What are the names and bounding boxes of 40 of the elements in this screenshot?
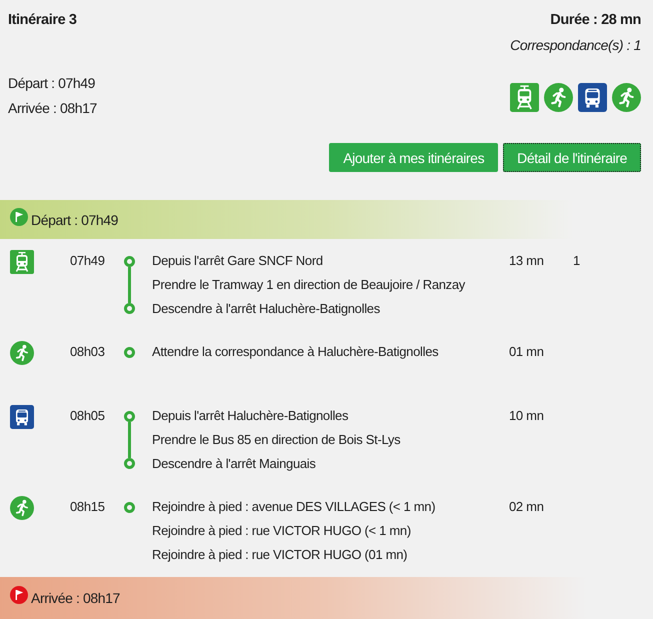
transfers-label: Correspondance(s) : 1 [510,37,641,53]
step-value: 1 [573,252,581,270]
step-time: 07h49 [70,252,106,270]
step-instruction: Descendre à l'arrêt Haluchère-Batignolles [152,300,381,318]
add-to-itineraries-button[interactable]: Ajouter à mes itinéraires [329,143,498,172]
arrival-time: Arrivée : 08h17 [8,99,97,118]
stop-marker-icon [124,347,134,358]
walking-person-icon [544,83,573,112]
step-instruction: Prendre le Tramway 1 en direction de Beaujoire / Ranzay [152,276,466,294]
step-duration: 13 mn [509,252,545,270]
step-instruction: Depuis l'arrêt Haluchère-Batignolles [152,407,350,425]
step-instruction: Rejoindre à pied : rue VICTOR HUGO (< 1 mn) [152,522,412,540]
itinerary-title: Itinéraire 3 [8,12,77,28]
walking-person-icon [10,496,34,520]
tram-icon [10,250,34,274]
flag-icon [10,208,28,226]
duration-label: Durée : 28 mn [550,12,641,28]
step-time: 08h15 [70,498,106,516]
step-duration: 10 mn [509,407,545,425]
walking-person-icon [612,83,641,112]
step-instruction: Prendre le Bus 85 en direction de Bois St-Lys [152,431,402,449]
itinerary-detail-button[interactable]: Détail de l'itinéraire [503,143,641,172]
step-instruction: Descendre à l'arrêt Mainguais [152,455,317,473]
flag-icon [10,586,28,604]
step-duration: 01 mn [509,343,545,361]
stop-marker-icon [124,502,134,513]
walking-person-icon [10,341,34,365]
step-duration: 02 mn [509,498,545,516]
step-time: 08h03 [70,343,106,361]
tram-icon [510,83,539,112]
step-instruction: Rejoindre à pied : rue VICTOR HUGO (01 mn) [152,546,408,564]
step-instruction: Depuis l'arrêt Gare SNCF Nord [152,252,324,270]
arrival-label: Arrivée : 08h17 [31,590,120,606]
step-instruction: Rejoindre à pied : avenue DES VILLAGES (< 1 mn) [152,498,436,516]
bus-icon [10,405,34,429]
departure-time: Départ : 07h49 [8,74,96,93]
bus-icon [578,83,607,112]
departure-label: Départ : 07h49 [31,212,118,228]
step-instruction: Attendre la correspondance à Haluchère-Batignolles [152,343,440,361]
step-time: 08h05 [70,407,106,425]
